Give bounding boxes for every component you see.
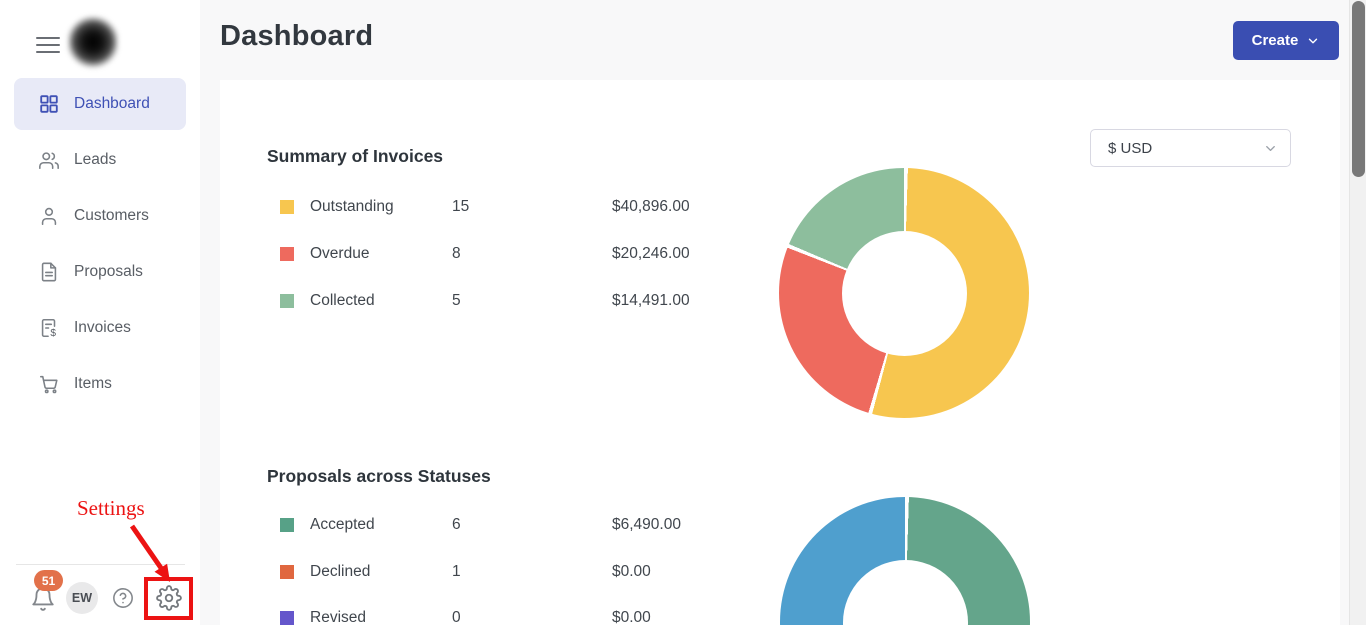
grid-icon <box>38 93 60 115</box>
chevron-down-icon <box>1306 34 1320 48</box>
legend-count: 0 <box>452 609 461 625</box>
sidebar-item-label: Leads <box>74 151 116 169</box>
legend-amount: $20,246.00 <box>612 245 690 263</box>
sidebar-item-customers[interactable]: Customers <box>14 190 186 242</box>
legend-row: Revised 0 $0.00 <box>280 609 720 625</box>
create-button-label: Create <box>1252 32 1299 49</box>
user-icon <box>38 205 60 227</box>
section-title-summary-of-invoices: Summary of Invoices <box>267 146 443 167</box>
legend-swatch <box>280 611 294 625</box>
sidebar: Dashboard Leads Customers Proposals $ In… <box>0 0 200 625</box>
legend-label: Overdue <box>310 245 369 263</box>
avatar-initials: EW <box>72 591 92 605</box>
legend-row: Overdue 8 $20,246.00 <box>280 245 720 265</box>
legend-amount: $0.00 <box>612 609 651 625</box>
notification-badge: 51 <box>34 570 63 591</box>
app-screen: Dashboard Leads Customers Proposals $ In… <box>0 0 1366 625</box>
legend-swatch <box>280 565 294 579</box>
sidebar-item-label: Invoices <box>74 319 131 337</box>
sidebar-item-label: Items <box>74 375 112 393</box>
legend-amount: $14,491.00 <box>612 292 690 310</box>
sidebar-item-leads[interactable]: Leads <box>14 134 186 186</box>
sidebar-item-dashboard[interactable]: Dashboard <box>14 78 186 130</box>
legend-count: 8 <box>452 245 461 263</box>
proposals-donut-chart <box>780 497 1030 625</box>
legend-row: Collected 5 $14,491.00 <box>280 292 720 312</box>
users-icon <box>38 149 60 171</box>
legend-swatch <box>280 294 294 308</box>
create-button[interactable]: Create <box>1233 21 1339 60</box>
help-button[interactable] <box>112 587 134 609</box>
help-icon <box>112 587 134 609</box>
user-avatar[interactable]: EW <box>66 582 98 614</box>
legend-amount: $40,896.00 <box>612 198 690 216</box>
invoice-icon: $ <box>38 317 60 339</box>
legend-swatch <box>280 200 294 214</box>
currency-select-value: $ USD <box>1091 140 1152 157</box>
sidebar-item-label: Dashboard <box>74 95 150 113</box>
svg-text:$: $ <box>50 328 56 339</box>
sidebar-nav: Dashboard Leads Customers Proposals $ In… <box>0 78 200 414</box>
sidebar-item-invoices[interactable]: $ Invoices <box>14 302 186 354</box>
legend-amount: $6,490.00 <box>612 516 681 534</box>
vertical-scrollbar-thumb[interactable] <box>1352 1 1365 177</box>
legend-row: Outstanding 15 $40,896.00 <box>280 198 720 218</box>
legend-count: 1 <box>452 563 461 581</box>
legend-row: Accepted 6 $6,490.00 <box>280 516 720 536</box>
section-title-proposals-across-statuses: Proposals across Statuses <box>267 466 491 487</box>
file-icon <box>38 261 60 283</box>
legend-count: 15 <box>452 198 469 216</box>
dashboard-card: Summary of Invoices Outstanding 15 $40,8… <box>220 80 1340 625</box>
legend-label: Accepted <box>310 516 375 534</box>
settings-annotation-arrow-icon <box>118 518 182 586</box>
menu-toggle-button[interactable] <box>36 37 60 53</box>
page-title: Dashboard <box>220 20 373 53</box>
invoices-donut-chart <box>779 168 1029 418</box>
legend-label: Outstanding <box>310 198 394 216</box>
legend-swatch <box>280 518 294 532</box>
legend-label: Revised <box>310 609 366 625</box>
sidebar-item-label: Customers <box>74 207 149 225</box>
chevron-down-icon <box>1263 141 1278 156</box>
legend-count: 5 <box>452 292 461 310</box>
cart-icon <box>38 373 60 395</box>
legend-amount: $0.00 <box>612 563 651 581</box>
legend-count: 6 <box>452 516 461 534</box>
app-logo[interactable] <box>68 16 118 68</box>
legend-swatch <box>280 247 294 261</box>
legend-label: Collected <box>310 292 375 310</box>
sidebar-item-label: Proposals <box>74 263 143 281</box>
currency-select[interactable]: $ USD <box>1090 129 1291 167</box>
legend-row: Declined 1 $0.00 <box>280 563 720 583</box>
sidebar-item-proposals[interactable]: Proposals <box>14 246 186 298</box>
sidebar-item-items[interactable]: Items <box>14 358 186 410</box>
vertical-scrollbar-track[interactable] <box>1349 0 1366 625</box>
legend-label: Declined <box>310 563 370 581</box>
